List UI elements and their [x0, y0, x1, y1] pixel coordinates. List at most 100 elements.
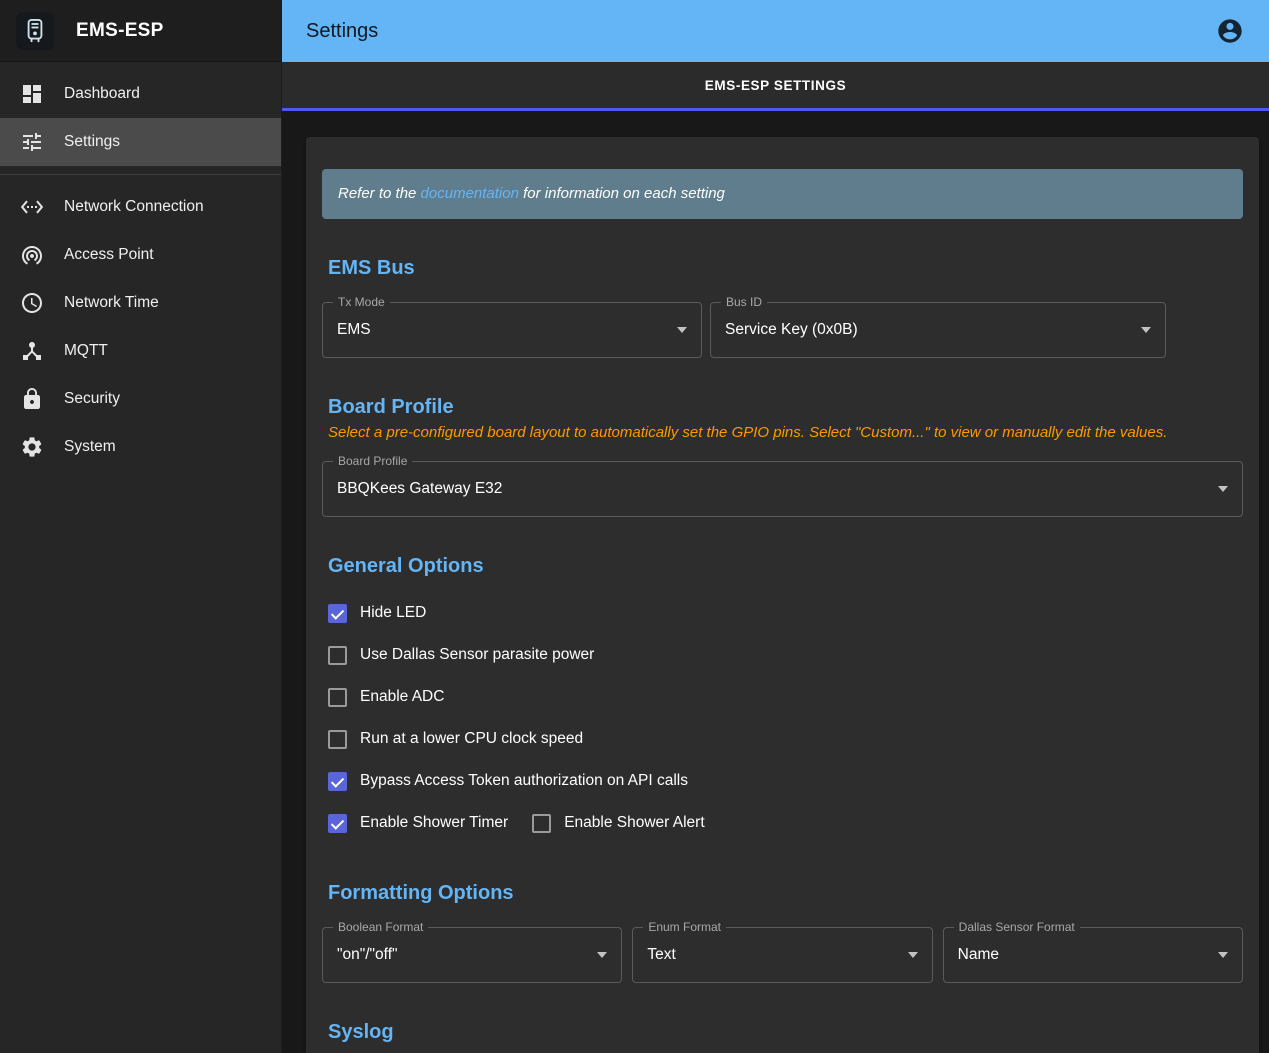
bus-id-select[interactable]: Bus ID Service Key (0x0B) [710, 302, 1166, 358]
main-column: Settings EMS-ESP SETTINGS Refer to the d… [282, 0, 1269, 1053]
field-value: BBQKees Gateway E32 [337, 480, 1210, 498]
checkbox-label: Use Dallas Sensor parasite power [360, 646, 594, 664]
board-profile-fields: Board Profile BBQKees Gateway E32 [322, 461, 1243, 517]
checkbox-box[interactable] [328, 646, 347, 665]
ems-bus-fields: Tx Mode EMS Bus ID Service Key (0x0B) [322, 302, 1243, 358]
lock-icon [20, 387, 44, 411]
field-label: Boolean Format [333, 920, 428, 934]
sidebar-nav-list: Dashboard Settings Network Connection [0, 62, 281, 471]
appbar: Settings [282, 0, 1269, 62]
field-value: Service Key (0x0B) [725, 321, 1133, 339]
checkbox-label: Run at a lower CPU clock speed [360, 730, 583, 748]
sidebar-item-label: Security [64, 390, 120, 408]
wifi-tethering-icon [20, 243, 44, 267]
dashboard-icon [20, 82, 44, 106]
sidebar-item-network-time[interactable]: Network Time [0, 279, 281, 327]
board-profile-select[interactable]: Board Profile BBQKees Gateway E32 [322, 461, 1243, 517]
sidebar-item-label: MQTT [64, 342, 108, 360]
chevron-down-icon [1218, 952, 1228, 958]
chevron-down-icon [597, 952, 607, 958]
ethernet-icon [20, 195, 44, 219]
sidebar-item-label: Network Time [64, 294, 159, 312]
field-label: Board Profile [333, 454, 412, 468]
field-label: Tx Mode [333, 295, 390, 309]
account-circle-icon[interactable] [1215, 16, 1245, 46]
device-hub-icon [20, 339, 44, 363]
field-value: Text [647, 946, 899, 964]
checkbox-label: Bypass Access Token authorization on API… [360, 772, 688, 790]
section-title-ems-bus: EMS Bus [328, 257, 1243, 280]
checkbox-hide-led[interactable]: Hide LED [328, 604, 426, 623]
checkbox-label: Enable Shower Timer [360, 814, 508, 832]
sidebar-item-access-point[interactable]: Access Point [0, 231, 281, 279]
board-profile-note: Select a pre-configured board layout to … [328, 424, 1243, 441]
section-title-syslog: Syslog [328, 1021, 1243, 1044]
tab-ems-esp-settings[interactable]: EMS-ESP SETTINGS [705, 78, 846, 93]
chevron-down-icon [677, 327, 687, 333]
section-title-board-profile: Board Profile [328, 396, 1243, 419]
checkbox-label: Enable ADC [360, 688, 444, 706]
checkbox-label: Enable Shower Alert [564, 814, 704, 832]
checkbox-row: Use Dallas Sensor parasite power [328, 634, 1243, 676]
checkbox-row-shower: Enable Shower Timer Enable Shower Alert [328, 802, 1243, 844]
tab-bar: EMS-ESP SETTINGS [282, 62, 1269, 111]
alert-text-prefix: Refer to the [338, 185, 421, 202]
tx-mode-select[interactable]: Tx Mode EMS [322, 302, 702, 358]
field-label: Enum Format [643, 920, 726, 934]
clock-icon [20, 291, 44, 315]
checkbox-lower-cpu-clock[interactable]: Run at a lower CPU clock speed [328, 730, 583, 749]
alert-text-suffix: for information on each setting [519, 185, 725, 202]
ems-esp-logo-icon [16, 12, 54, 50]
app-title: EMS-ESP [76, 20, 164, 42]
checkbox-dallas-parasite[interactable]: Use Dallas Sensor parasite power [328, 646, 594, 665]
sidebar-item-dashboard[interactable]: Dashboard [0, 70, 281, 118]
documentation-link[interactable]: documentation [421, 185, 519, 202]
sidebar-divider [0, 174, 281, 175]
checkbox-row: Hide LED [328, 592, 1243, 634]
sidebar-item-system[interactable]: System [0, 423, 281, 471]
field-value: EMS [337, 321, 669, 339]
section-title-formatting-options: Formatting Options [328, 882, 1243, 905]
field-value: "on"/"off" [337, 946, 589, 964]
field-label: Bus ID [721, 295, 767, 309]
field-value: Name [958, 946, 1210, 964]
checkbox-box[interactable] [532, 814, 551, 833]
enum-format-select[interactable]: Enum Format Text [632, 927, 932, 983]
boolean-format-select[interactable]: Boolean Format "on"/"off" [322, 927, 622, 983]
checkbox-row: Run at a lower CPU clock speed [328, 718, 1243, 760]
sidebar: EMS-ESP Dashboard Settings Netwo [0, 0, 282, 1053]
sidebar-item-security[interactable]: Security [0, 375, 281, 423]
dallas-sensor-format-select[interactable]: Dallas Sensor Format Name [943, 927, 1243, 983]
chevron-down-icon [908, 952, 918, 958]
checkbox-box[interactable] [328, 688, 347, 707]
sidebar-item-settings[interactable]: Settings [0, 118, 281, 166]
settings-card: Refer to the documentation for informati… [306, 137, 1259, 1053]
info-alert: Refer to the documentation for informati… [322, 169, 1243, 219]
sidebar-item-mqtt[interactable]: MQTT [0, 327, 281, 375]
checkbox-label: Hide LED [360, 604, 426, 622]
tune-icon [20, 130, 44, 154]
checkbox-row: Bypass Access Token authorization on API… [328, 760, 1243, 802]
sidebar-item-label: Dashboard [64, 85, 140, 103]
chevron-down-icon [1141, 327, 1151, 333]
checkbox-shower-timer[interactable]: Enable Shower Timer [328, 814, 508, 833]
checkbox-box[interactable] [328, 604, 347, 623]
checkbox-enable-adc[interactable]: Enable ADC [328, 688, 444, 707]
formatting-fields: Boolean Format "on"/"off" Enum Format Te… [322, 927, 1243, 983]
chevron-down-icon [1218, 486, 1228, 492]
content-area: Refer to the documentation for informati… [282, 111, 1269, 1053]
checkbox-bypass-token[interactable]: Bypass Access Token authorization on API… [328, 772, 688, 791]
page-title: Settings [306, 20, 378, 43]
checkbox-box[interactable] [328, 814, 347, 833]
section-title-general-options: General Options [328, 555, 1243, 578]
checkbox-box[interactable] [328, 730, 347, 749]
gear-icon [20, 435, 44, 459]
sidebar-item-label: Access Point [64, 246, 154, 264]
checkbox-row: Enable ADC [328, 676, 1243, 718]
checkbox-shower-alert[interactable]: Enable Shower Alert [532, 814, 704, 833]
ems-esp-app: EMS-ESP Dashboard Settings Netwo [0, 0, 1269, 1053]
sidebar-item-label: System [64, 438, 116, 456]
sidebar-item-network-connection[interactable]: Network Connection [0, 183, 281, 231]
checkbox-box[interactable] [328, 772, 347, 791]
sidebar-item-label: Network Connection [64, 198, 204, 216]
